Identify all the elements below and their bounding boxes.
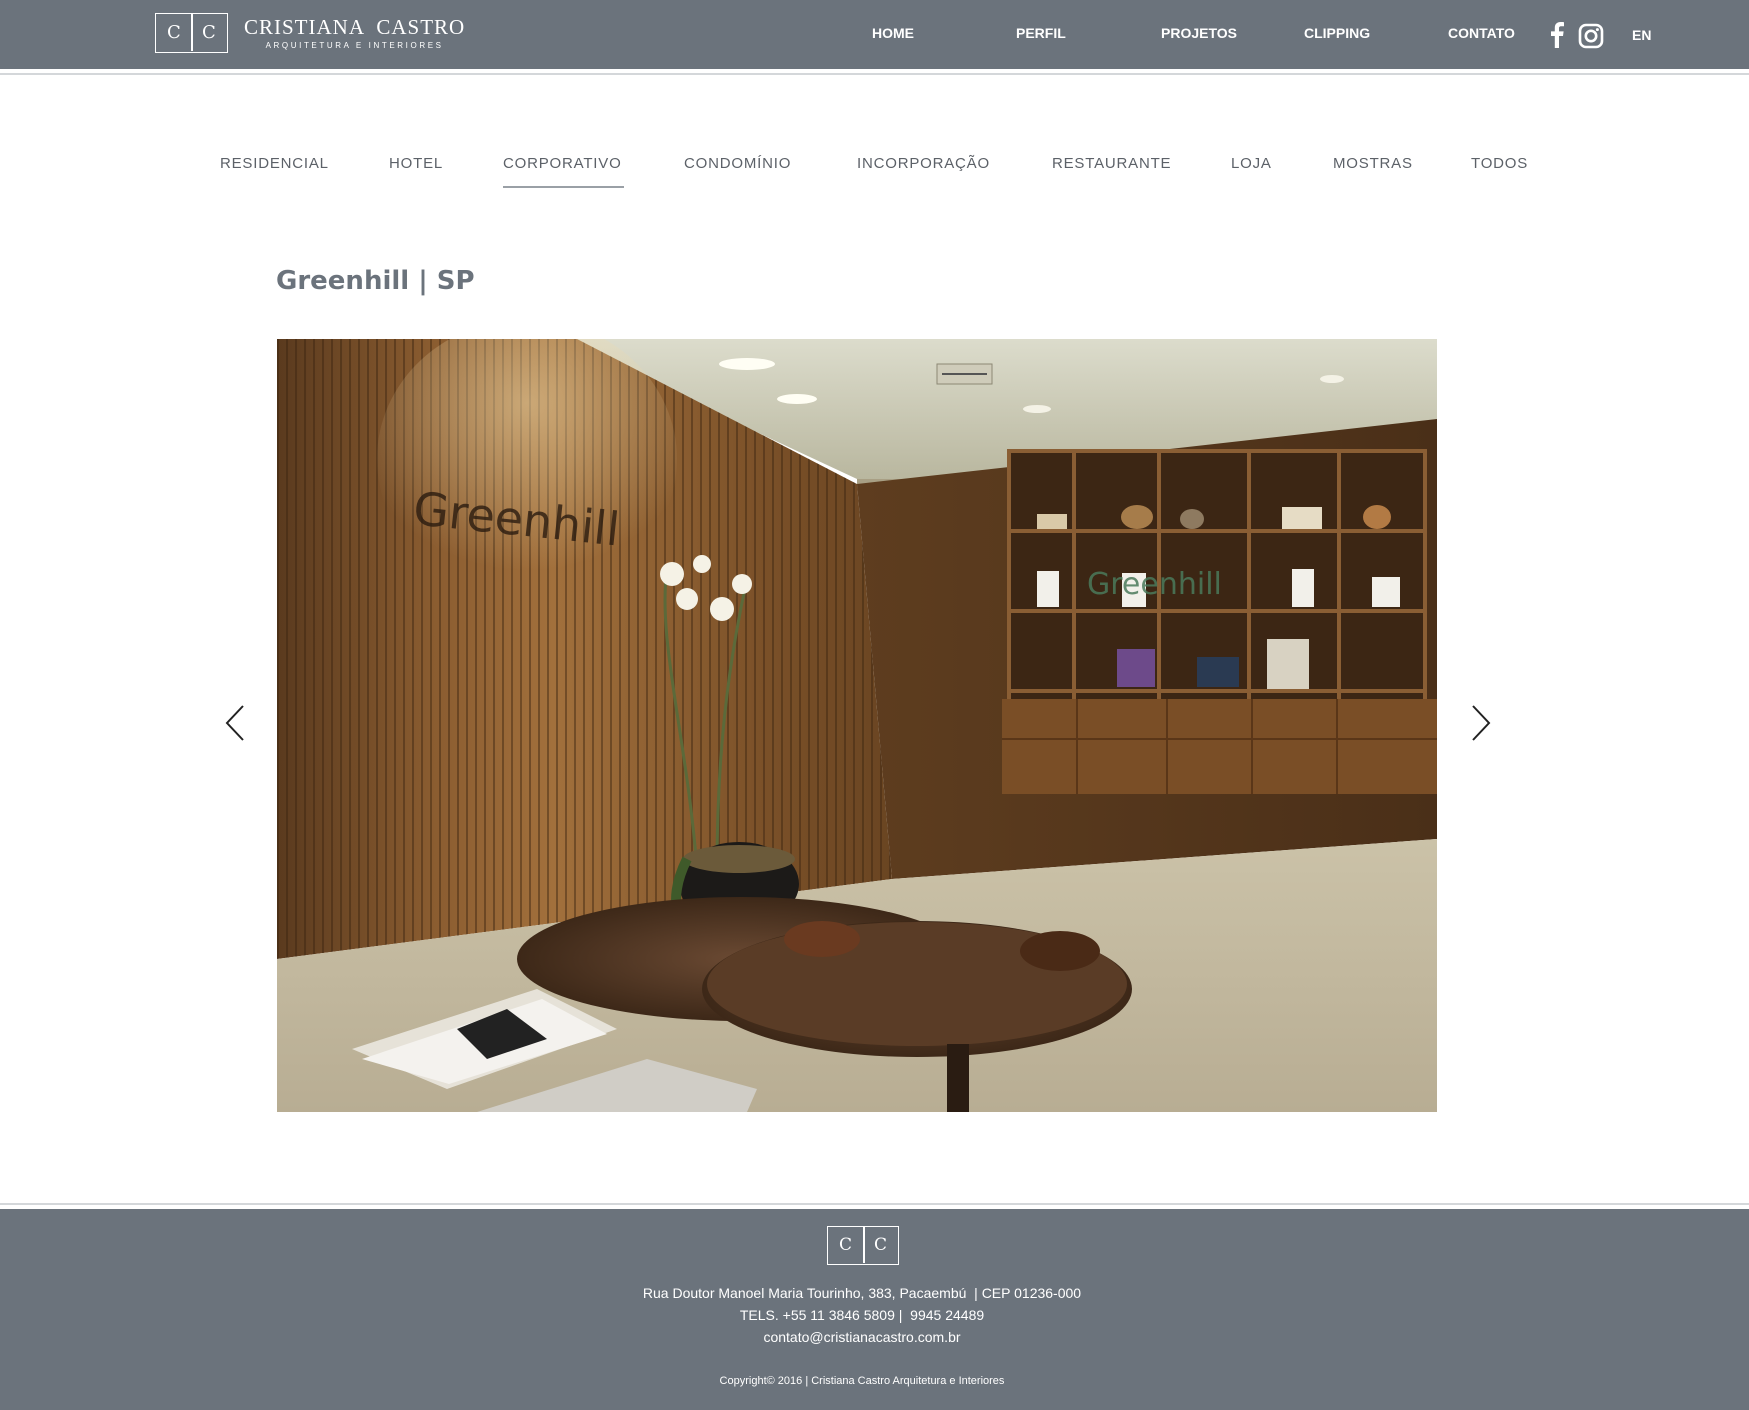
category-incorporacao[interactable]: INCORPORAÇÃO <box>857 155 990 172</box>
site-logo[interactable]: C C CRISTIANA CASTRO ARQUITETURA E INTER… <box>155 13 465 53</box>
footer-address: Rua Doutor Manoel Maria Tourinho, 383, P… <box>642 1285 1082 1301</box>
chevron-left-icon <box>225 705 244 741</box>
logo-name: CRISTIANA CASTRO <box>244 15 466 39</box>
category-condominio[interactable]: CONDOMÍNIO <box>684 155 791 172</box>
category-residencial[interactable]: RESIDENCIAL <box>220 155 329 172</box>
logo-divider <box>191 14 193 51</box>
nav-home[interactable]: HOME <box>872 25 914 41</box>
footer-logo-divider <box>863 1227 865 1263</box>
footer-logo: C C <box>827 1226 899 1265</box>
nav-contato[interactable]: CONTATO <box>1448 25 1515 41</box>
gallery-prev-button[interactable] <box>223 704 247 742</box>
gallery-next-button[interactable] <box>1469 704 1493 742</box>
nav-perfil[interactable]: PERFIL <box>1016 25 1066 41</box>
nav-projetos[interactable]: PROJETOS <box>1161 25 1237 41</box>
logo-tagline: ARQUITETURA E INTERIORES <box>265 41 444 50</box>
chevron-right-icon <box>1472 705 1491 741</box>
project-title: Greenhill | SP <box>276 266 475 296</box>
category-mostras[interactable]: MOSTRAS <box>1333 155 1413 172</box>
header-divider <box>0 73 1749 75</box>
project-photo: Greenhill Greenhill <box>277 339 1437 1112</box>
logo-letter-right: C <box>202 22 216 43</box>
footer-copyright: Copyright© 2016 | Cristiana Castro Arqui… <box>719 1375 1005 1387</box>
footer-divider <box>0 1203 1749 1205</box>
logo-text: CRISTIANA CASTRO ARQUITETURA E INTERIORE… <box>244 16 465 50</box>
active-category-underline <box>503 186 624 188</box>
logo-monogram: C C <box>155 13 228 53</box>
language-switch[interactable]: EN <box>1632 27 1651 43</box>
category-hotel[interactable]: HOTEL <box>389 155 443 172</box>
nav-clipping[interactable]: CLIPPING <box>1304 25 1370 41</box>
footer-logo-letter-right: C <box>874 1235 888 1255</box>
instagram-icon[interactable] <box>1578 23 1604 49</box>
shelf-lettering: Greenhill <box>1087 567 1222 602</box>
footer-email[interactable]: contato@cristianacastro.com.br <box>0 1329 1724 1345</box>
footer-logo-letter-left: C <box>839 1235 853 1255</box>
footer-phones: TELS. +55 11 3846 5809 | 9945 24489 <box>739 1307 985 1323</box>
category-corporativo[interactable]: CORPORATIVO <box>503 155 622 172</box>
logo-letter-left: C <box>167 22 181 43</box>
category-restaurante[interactable]: RESTAURANTE <box>1052 155 1171 172</box>
facebook-icon[interactable] <box>1550 22 1564 48</box>
category-todos[interactable]: TODOS <box>1471 155 1528 172</box>
lobby-photo-illustration: Greenhill Greenhill <box>277 339 1437 1112</box>
category-loja[interactable]: LOJA <box>1231 155 1272 172</box>
